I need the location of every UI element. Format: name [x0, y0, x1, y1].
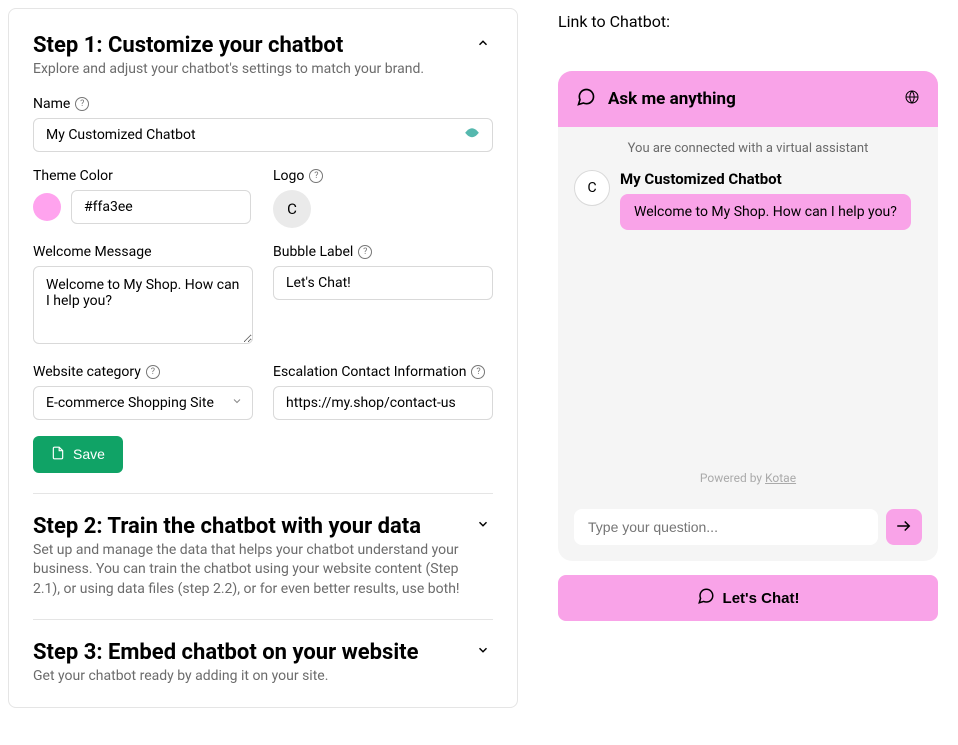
- chat-input[interactable]: [574, 509, 878, 545]
- help-icon[interactable]: ?: [146, 365, 160, 379]
- step1-section: Step 1: Customize your chatbot Explore a…: [33, 33, 493, 494]
- bubble-label-input[interactable]: [273, 266, 493, 300]
- file-icon: [51, 446, 65, 463]
- powered-link[interactable]: Kotae: [765, 471, 796, 485]
- category-label: Website category ?: [33, 364, 253, 380]
- chevron-down-icon[interactable]: [473, 514, 493, 534]
- chat-icon: [576, 87, 596, 111]
- escalation-label: Escalation Contact Information ?: [273, 364, 493, 380]
- lets-chat-button[interactable]: Let's Chat!: [558, 575, 938, 621]
- send-button[interactable]: [886, 509, 922, 545]
- settings-panel: Step 1: Customize your chatbot Explore a…: [8, 8, 518, 708]
- help-icon[interactable]: ?: [471, 365, 485, 379]
- globe-icon[interactable]: [904, 89, 920, 109]
- escalation-input[interactable]: [273, 386, 493, 420]
- step2-section: Step 2: Train the chatbot with your data…: [33, 514, 493, 621]
- step3-title: Step 3: Embed chatbot on your website: [33, 640, 419, 665]
- step2-desc: Set up and manage the data that helps yo…: [33, 541, 473, 600]
- chat-widget: Ask me anything You are connected with a…: [558, 71, 938, 561]
- step2-title: Step 2: Train the chatbot with your data: [33, 514, 473, 539]
- step1-desc: Explore and adjust your chatbot's settin…: [33, 60, 424, 80]
- save-button[interactable]: Save: [33, 436, 123, 473]
- name-label: Name ?: [33, 96, 493, 112]
- color-swatch[interactable]: [33, 193, 61, 221]
- chat-icon: [697, 587, 715, 609]
- step3-desc: Get your chatbot ready by adding it on y…: [33, 667, 419, 687]
- name-input[interactable]: [33, 118, 493, 152]
- welcome-label: Welcome Message: [33, 244, 253, 260]
- theme-color-input[interactable]: [71, 190, 251, 224]
- send-icon: [895, 517, 913, 538]
- chat-welcome-bubble: Welcome to My Shop. How can I help you?: [620, 194, 911, 230]
- chevron-up-icon[interactable]: [473, 33, 493, 53]
- bot-avatar: C: [574, 170, 610, 206]
- chat-message-row: C My Customized Chatbot Welcome to My Sh…: [574, 170, 922, 230]
- help-icon[interactable]: ?: [309, 169, 323, 183]
- logo-label: Logo ?: [273, 168, 493, 184]
- chevron-down-icon[interactable]: [473, 640, 493, 660]
- help-icon[interactable]: ?: [358, 245, 372, 259]
- step1-title: Step 1: Customize your chatbot: [33, 33, 424, 58]
- chat-header-title: Ask me anything: [608, 89, 892, 109]
- link-to-chatbot-label: Link to Chatbot:: [558, 12, 950, 31]
- step3-section: Step 3: Embed chatbot on your website Ge…: [33, 640, 493, 707]
- bubble-label-label: Bubble Label ?: [273, 244, 493, 260]
- welcome-message-input[interactable]: [33, 266, 253, 344]
- bot-name: My Customized Chatbot: [620, 170, 922, 188]
- logo-upload[interactable]: C: [273, 190, 311, 228]
- category-select[interactable]: E-commerce Shopping Site: [33, 386, 253, 420]
- chat-header: Ask me anything: [558, 71, 938, 127]
- theme-color-label: Theme Color: [33, 168, 253, 184]
- extension-icon: [463, 126, 481, 144]
- connected-text: You are connected with a virtual assista…: [574, 141, 922, 156]
- powered-by: Powered by Kotae: [574, 471, 922, 485]
- help-icon[interactable]: ?: [75, 97, 89, 111]
